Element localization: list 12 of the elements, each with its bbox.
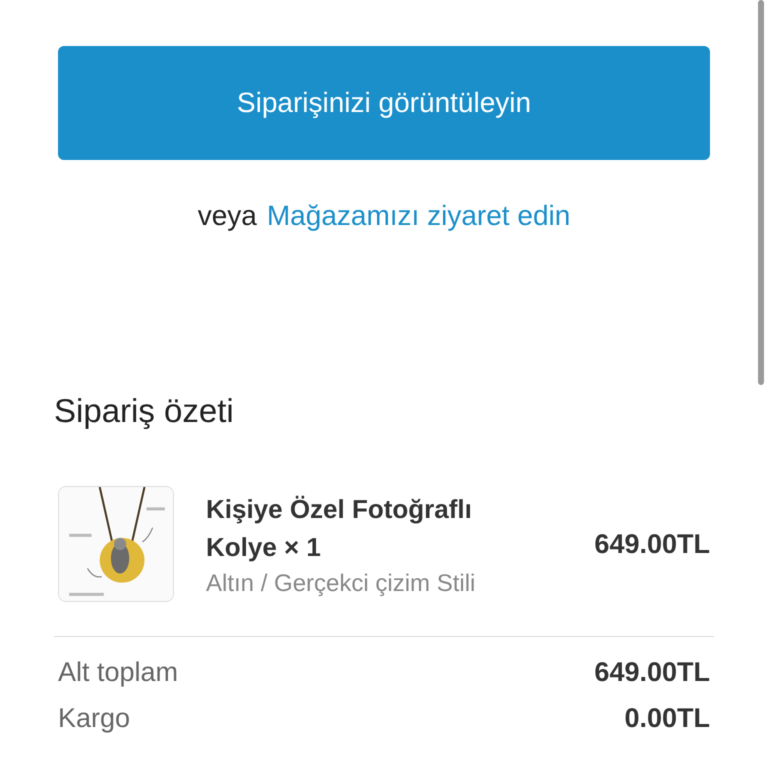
product-price: 649.00TL [594,528,710,560]
summary-title: Sipariş özeti [54,392,235,430]
product-name: Kişiye Özel Fotoğraflı Kolye × 1 [206,493,473,564]
total-value: 649.00TL [594,656,710,688]
total-label: Alt toplam [58,656,178,688]
or-text: veya [198,200,257,232]
product-variant: Altın / Gerçekci çizim Stili [206,570,476,598]
view-order-button[interactable]: Siparişinizi görüntüleyin [58,46,710,160]
total-value: 0.00TL [624,702,710,734]
scrollbar[interactable] [758,0,764,385]
visit-store-link[interactable]: Mağazamızı ziyaret edin [266,200,570,232]
total-label: Kargo [58,702,130,734]
